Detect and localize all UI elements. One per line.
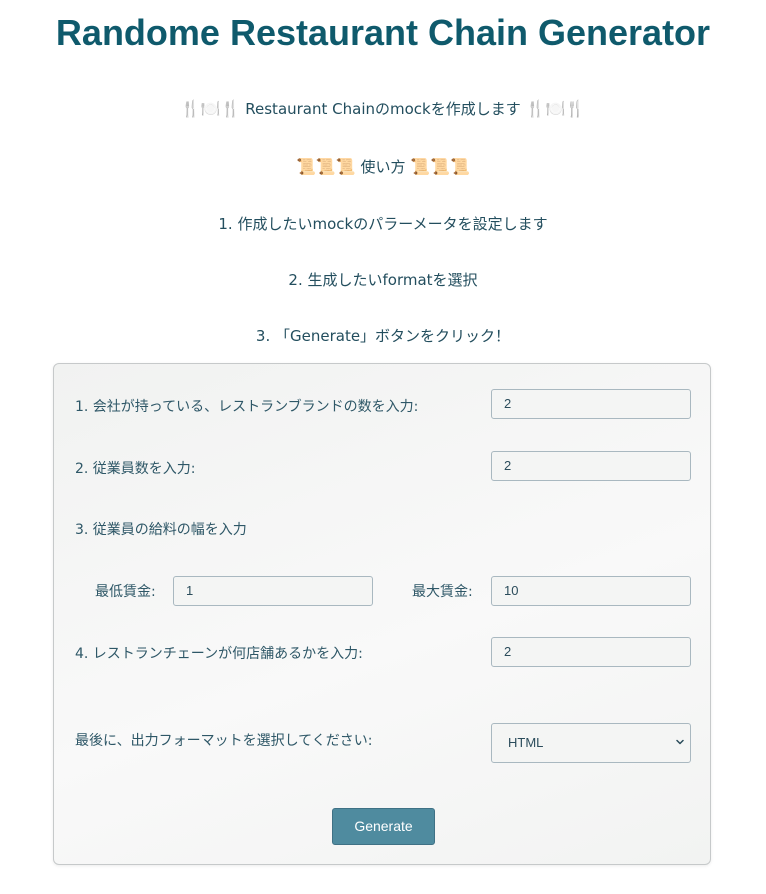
utensils-icon: 🍴🍽️🍴 [180,99,241,118]
intro-text: Restaurant Chainのmockを作成します [245,100,521,118]
min-wage-input[interactable]: 1 [173,576,373,606]
employees-input[interactable]: 2 [491,451,691,481]
format-label: 最後に、出力フォーマットを選択してください: [75,733,373,749]
page-title: Randome Restaurant Chain Generator [55,12,711,53]
min-wage-label: 最低賃金: [95,584,156,600]
format-select[interactable]: HTML [491,723,691,763]
chevron-down-icon [676,739,684,745]
generator-form: 1. 会社が持っている、レストランブランドの数を入力: 2 2. 従業員数を入力… [53,363,711,865]
howto-text: 使い方 [360,158,406,176]
salary-range-label: 3. 従業員の給料の幅を入力 [75,522,247,538]
utensils-icon: 🍴🍽️🍴 [525,99,586,118]
format-selected-value: HTML [508,735,544,750]
max-wage-input[interactable]: 10 [491,576,691,606]
brands-input[interactable]: 2 [491,389,691,419]
howto-line: 📜📜📜 使い方 📜📜📜 [0,156,766,177]
step-1: 1. 作成したいmockのパラーメータを設定します [218,215,548,233]
stores-input[interactable]: 2 [491,637,691,667]
scroll-icon: 📜📜📜 [410,157,471,176]
employees-label: 2. 従業員数を入力: [75,461,196,477]
stores-label: 4. レストランチェーンが何店舗あるかを入力: [75,646,363,662]
generate-button[interactable]: Generate [332,808,435,845]
intro-line: 🍴🍽️🍴 Restaurant Chainのmockを作成します 🍴🍽️🍴 [0,98,766,119]
step-3: 3. 「Generate」ボタンをクリック！ [255,327,511,345]
brands-label: 1. 会社が持っている、レストランブランドの数を入力: [75,399,419,415]
step-2: 2. 生成したいformatを選択 [288,271,478,289]
scroll-icon: 📜📜📜 [295,157,356,176]
max-wage-label: 最大賃金: [412,584,473,600]
